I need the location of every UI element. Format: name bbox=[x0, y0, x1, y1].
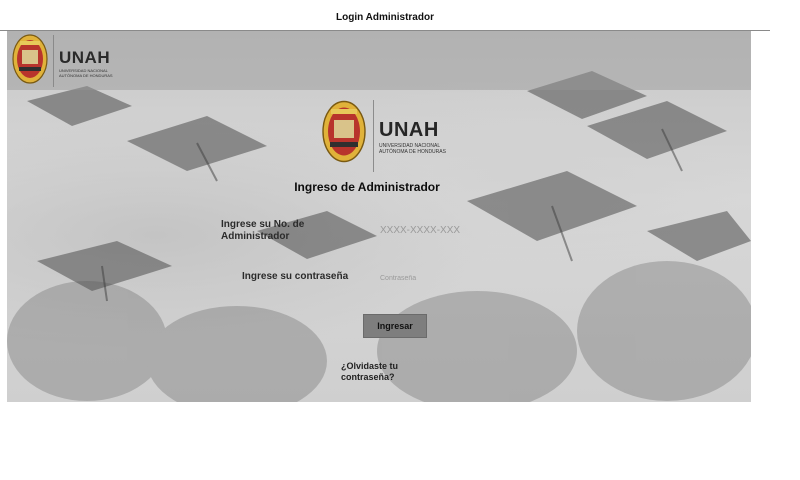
login-background: UNAH Universidad Nacional Autónoma de Ho… bbox=[7, 31, 751, 402]
login-button[interactable]: Ingresar bbox=[363, 314, 427, 338]
main-brand: UNAH bbox=[379, 119, 439, 141]
brand-divider bbox=[373, 100, 374, 172]
unah-seal-icon bbox=[322, 100, 366, 163]
admin-id-label: Ingrese su No. de Administrador bbox=[221, 219, 305, 242]
form-title: Ingreso de Administrador bbox=[294, 180, 440, 194]
admin-id-input[interactable] bbox=[380, 222, 500, 238]
password-input[interactable] bbox=[380, 272, 470, 284]
header-brand: UNAH bbox=[59, 48, 111, 67]
header-divider bbox=[53, 35, 54, 87]
header-brand-subtitle: Universidad Nacional Autónoma de Hondura… bbox=[59, 68, 113, 78]
header-bar: UNAH Universidad Nacional Autónoma de Ho… bbox=[7, 31, 751, 90]
unah-seal-icon bbox=[12, 34, 48, 84]
forgot-password-link[interactable]: ¿Olvidaste tu contraseña? bbox=[341, 361, 431, 383]
main-brand-subtitle: Universidad Nacional Autónoma de Hondura… bbox=[379, 143, 446, 155]
password-label: Ingrese su contraseña bbox=[242, 271, 349, 282]
window-title: Login Administrador bbox=[0, 0, 770, 31]
